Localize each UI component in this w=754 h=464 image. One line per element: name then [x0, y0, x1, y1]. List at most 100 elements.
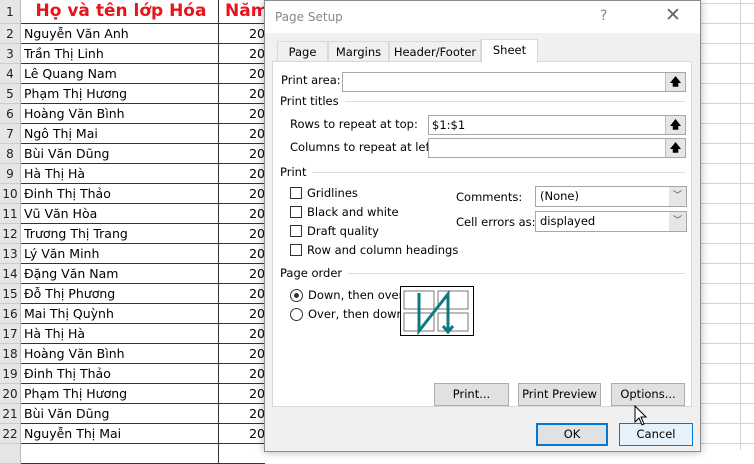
year-cell[interactable]: 20 [219, 104, 265, 124]
print-area-input[interactable]: 🡅 [342, 72, 686, 92]
close-icon[interactable]: ✕ [665, 4, 681, 26]
collapse-range-icon[interactable]: 🡅 [665, 73, 685, 91]
cols-repeat-input[interactable]: 🡅 [428, 138, 686, 158]
tab-header-footer[interactable]: Header/Footer [389, 41, 481, 62]
row-number[interactable]: 5 [0, 84, 21, 104]
name-cell[interactable]: Trương Thị Trang [21, 224, 219, 244]
row-number[interactable]: 1 [0, 0, 21, 24]
name-cell[interactable]: Vũ Văn Hòa [21, 204, 219, 224]
year-cell[interactable]: 20 [219, 424, 265, 444]
cancel-button[interactable]: Cancel [619, 423, 693, 446]
table-row: 21 Bùi Văn Dũng 20 [0, 404, 265, 424]
row-col-headings-checkbox[interactable]: Row and column headings [290, 243, 458, 257]
name-cell[interactable]: Hà Thị Hà [21, 324, 219, 344]
row-number[interactable]: 2 [0, 24, 21, 44]
year-cell[interactable]: 20 [219, 84, 265, 104]
row-number[interactable]: 8 [0, 144, 21, 164]
name-cell[interactable]: Phạm Thị Hương [21, 384, 219, 404]
header-cell-name[interactable]: Họ và tên lớp Hóa [21, 0, 219, 24]
row-number[interactable]: 10 [0, 184, 21, 204]
year-cell[interactable]: 20 [219, 364, 265, 384]
help-icon[interactable]: ? [600, 8, 607, 24]
name-cell[interactable]: Nguyễn Thị Mai [21, 424, 219, 444]
year-cell[interactable]: 20 [219, 324, 265, 344]
year-cell[interactable]: 20 [219, 304, 265, 324]
name-cell[interactable]: Đinh Thị Thảo [21, 364, 219, 384]
tab-margins[interactable]: Margins [328, 41, 389, 62]
row-number[interactable]: 3 [0, 44, 21, 64]
cell-errors-select[interactable]: displayed ﹀ [535, 211, 687, 232]
rows-repeat-input[interactable]: $1:$1 🡅 [428, 115, 686, 135]
year-cell[interactable]: 20 [219, 204, 265, 224]
collapse-range-icon[interactable]: 🡅 [665, 139, 685, 157]
collapse-range-icon[interactable]: 🡅 [665, 116, 685, 134]
row-number[interactable]: 18 [0, 344, 21, 364]
cols-repeat-label: Columns to repeat at left: [290, 140, 438, 154]
ok-button[interactable]: OK [536, 423, 608, 446]
name-cell[interactable]: Đỗ Thị Phương [21, 284, 219, 304]
row-number[interactable]: 19 [0, 364, 21, 384]
name-cell[interactable]: Hoàng Văn Bình [21, 344, 219, 364]
row-number[interactable]: 15 [0, 284, 21, 304]
row-number[interactable]: 20 [0, 384, 21, 404]
year-cell[interactable]: 20 [219, 384, 265, 404]
row-number[interactable]: 4 [0, 64, 21, 84]
table-row: 14 Đặng Văn Nam 20 [0, 264, 265, 284]
table-row: 15 Đỗ Thị Phương 20 [0, 284, 265, 304]
name-cell[interactable]: Nguyễn Văn Anh [21, 24, 219, 44]
year-cell[interactable]: 20 [219, 344, 265, 364]
row-number[interactable]: 16 [0, 304, 21, 324]
black-white-checkbox[interactable]: Black and white [290, 205, 399, 219]
row-number[interactable]: 14 [0, 264, 21, 284]
print-button[interactable]: Print... [434, 383, 509, 406]
options-button[interactable]: Options... [611, 383, 685, 406]
row-number[interactable]: 21 [0, 404, 21, 424]
row-number[interactable]: 12 [0, 224, 21, 244]
header-cell-year[interactable]: Năm [219, 0, 265, 24]
row-number[interactable]: 22 [0, 424, 21, 444]
row-number[interactable]: 17 [0, 324, 21, 344]
comments-select[interactable]: (None) ﹀ [535, 186, 687, 207]
sheet-tab-panel: Print area: 🡅 Print titles Rows to repea… [272, 61, 692, 407]
row-number[interactable]: 7 [0, 124, 21, 144]
year-cell[interactable]: 20 [219, 284, 265, 304]
name-cell[interactable]: Lê Quang Nam [21, 64, 219, 84]
over-then-down-radio[interactable]: Over, then down [290, 307, 404, 321]
year-cell[interactable]: 20 [219, 124, 265, 144]
name-cell[interactable]: Đinh Thị Thảo [21, 184, 219, 204]
name-cell[interactable]: Ngô Thị Mai [21, 124, 219, 144]
print-preview-button[interactable]: Print Preview [518, 383, 601, 406]
name-cell[interactable]: Trần Thị Linh [21, 44, 219, 64]
row-number[interactable]: 11 [0, 204, 21, 224]
draft-quality-checkbox[interactable]: Draft quality [290, 224, 379, 238]
year-cell[interactable]: 20 [219, 244, 265, 264]
name-cell[interactable]: Phạm Thị Hương [21, 84, 219, 104]
name-cell[interactable]: Bùi Văn Dũng [21, 404, 219, 424]
row-number[interactable]: 9 [0, 164, 21, 184]
tab-sheet[interactable]: Sheet [481, 39, 538, 63]
year-cell[interactable]: 20 [219, 184, 265, 204]
year-cell[interactable]: 20 [219, 164, 265, 184]
year-cell[interactable]: 20 [219, 144, 265, 164]
row-number[interactable]: 6 [0, 104, 21, 124]
year-cell[interactable]: 20 [219, 24, 265, 44]
table-row: 16 Mai Thị Quỳnh 20 [0, 304, 265, 324]
print-section: Print [280, 165, 685, 179]
year-cell[interactable]: 20 [219, 224, 265, 244]
name-cell[interactable]: Hoàng Văn Bình [21, 104, 219, 124]
tab-page[interactable]: Page [277, 41, 328, 62]
name-cell[interactable]: Hà Thị Hà [21, 164, 219, 184]
year-cell[interactable]: 20 [219, 44, 265, 64]
name-cell[interactable]: Bùi Văn Dũng [21, 144, 219, 164]
table-row: 18 Hoàng Văn Bình 20 [0, 344, 265, 364]
year-cell[interactable]: 20 [219, 404, 265, 424]
gridlines-checkbox[interactable]: Gridlines [290, 186, 358, 200]
row-number[interactable]: 13 [0, 244, 21, 264]
year-cell[interactable]: 20 [219, 64, 265, 84]
name-cell[interactable]: Mai Thị Quỳnh [21, 304, 219, 324]
name-cell[interactable]: Đặng Văn Nam [21, 264, 219, 284]
name-cell[interactable]: Lý Văn Minh [21, 244, 219, 264]
table-row: 4 Lê Quang Nam 20 [0, 64, 265, 84]
down-then-over-radio[interactable]: Down, then over [290, 288, 403, 302]
year-cell[interactable]: 20 [219, 264, 265, 284]
